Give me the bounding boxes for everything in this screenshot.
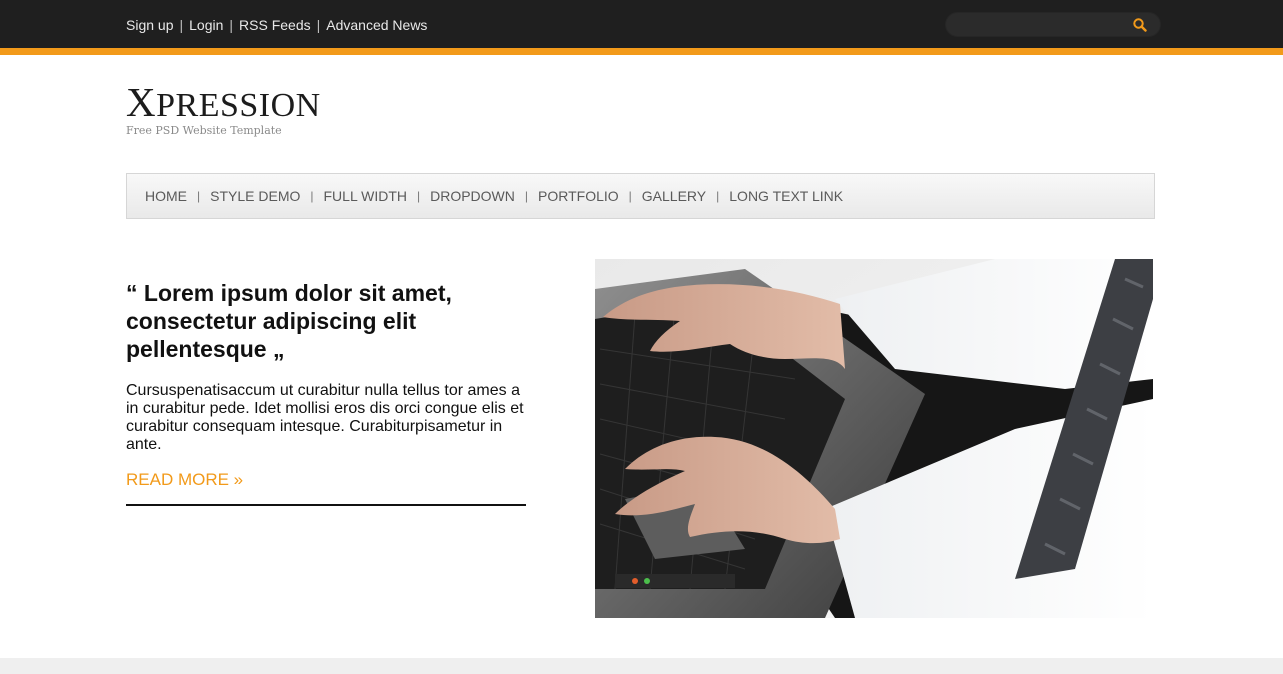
login-link[interactable]: Login <box>189 17 223 33</box>
nav-separator: | <box>310 189 314 203</box>
nav-item-style-demo[interactable]: STYLE DEMO <box>210 188 300 204</box>
advanced-news-link[interactable]: Advanced News <box>326 17 427 33</box>
accent-stripe <box>0 48 1283 55</box>
site-logo[interactable]: XPRESSION <box>126 82 321 126</box>
search-box <box>945 12 1161 37</box>
top-link-separator: | <box>179 17 184 33</box>
feature-body: Cursuspenatisaccum ut curabitur nulla te… <box>126 382 524 453</box>
top-bar: Sign up | Login | RSS Feeds | Advanced N… <box>0 0 1283 48</box>
nav-separator: | <box>628 189 632 203</box>
top-link-separator: | <box>316 17 321 33</box>
top-links: Sign up | Login | RSS Feeds | Advanced N… <box>126 17 427 33</box>
top-link-separator: | <box>229 17 234 33</box>
site-tagline: Free PSD Website Template <box>126 124 282 137</box>
nav-item-gallery[interactable]: GALLERY <box>642 188 706 204</box>
nav-item-long-text-link[interactable]: LONG TEXT LINK <box>729 188 843 204</box>
signup-link[interactable]: Sign up <box>126 17 173 33</box>
logo-text: PRESSION <box>156 87 321 124</box>
read-more-link[interactable]: READ MORE » <box>126 470 243 490</box>
nav-item-full-width[interactable]: FULL WIDTH <box>324 188 407 204</box>
divider <box>126 504 526 506</box>
main-nav: HOME | STYLE DEMO | FULL WIDTH | DROPDOW… <box>126 173 1155 219</box>
nav-item-home[interactable]: HOME <box>145 188 187 204</box>
logo-initial: X <box>126 79 157 125</box>
search-input[interactable] <box>958 16 1118 34</box>
feature-quote: “ Lorem ipsum dolor sit amet, consectetu… <box>126 280 452 362</box>
nav-separator: | <box>524 189 529 203</box>
rss-feeds-link[interactable]: RSS Feeds <box>239 17 311 33</box>
footer-strip <box>0 658 1283 674</box>
feature-image <box>595 259 1153 618</box>
nav-item-portfolio[interactable]: PORTFOLIO <box>538 188 619 204</box>
nav-item-dropdown[interactable]: DROPDOWN <box>430 188 515 204</box>
nav-separator: | <box>416 189 421 203</box>
nav-separator: | <box>197 189 201 203</box>
nav-separator: | <box>716 189 720 203</box>
hands-typing-illustration <box>595 259 1153 618</box>
search-icon[interactable] <box>1132 17 1148 33</box>
